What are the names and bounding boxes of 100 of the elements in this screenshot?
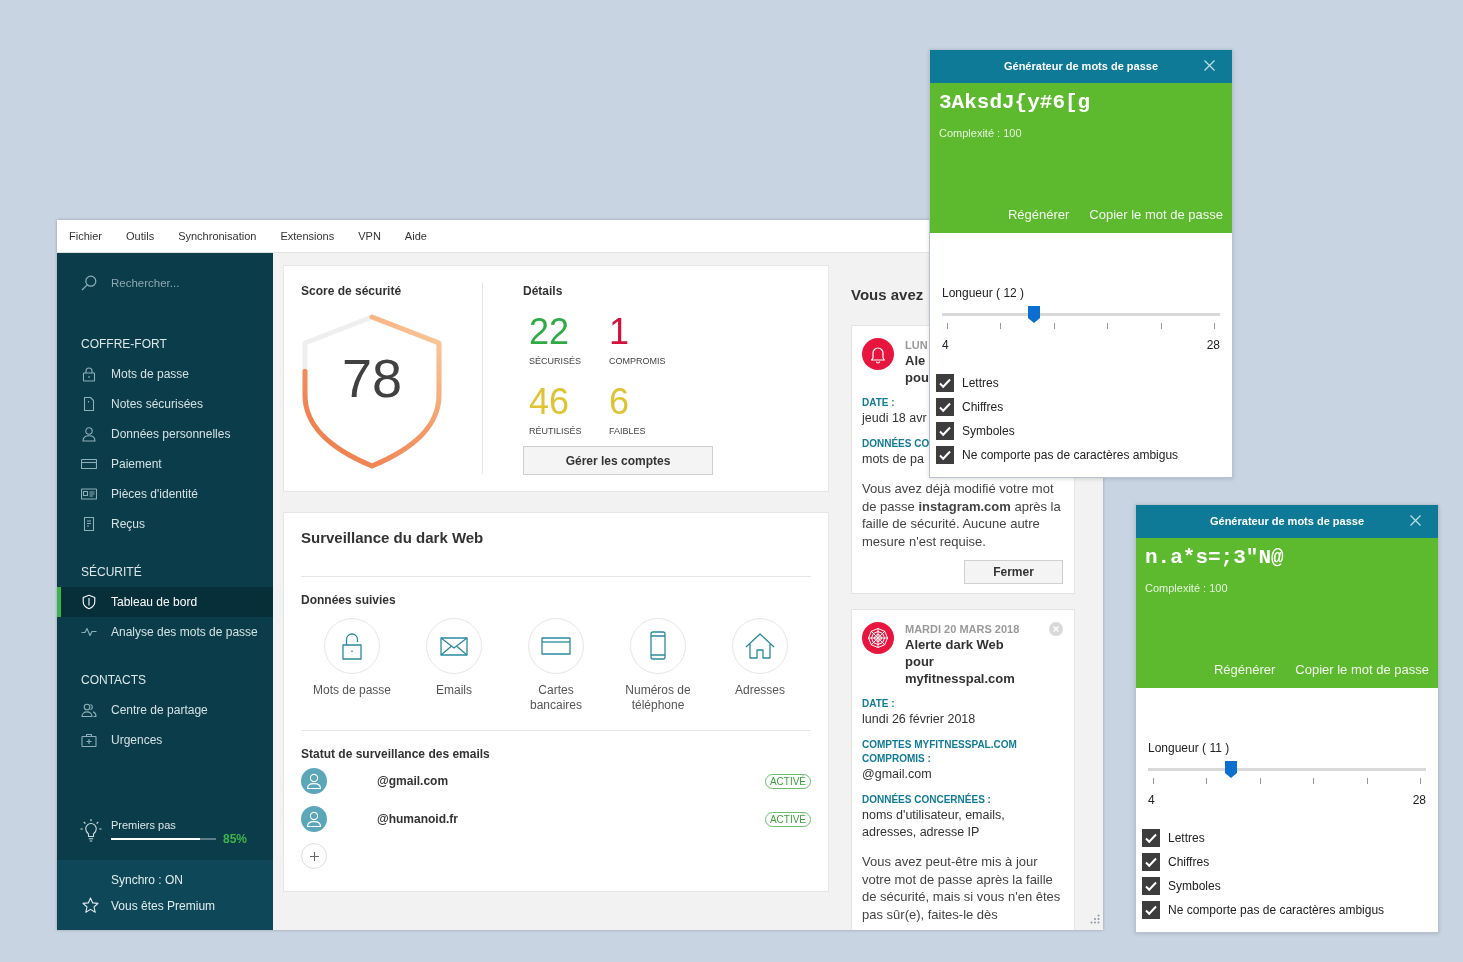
checkbox[interactable] xyxy=(936,398,954,416)
tracked-label: Cartes bancaires xyxy=(529,683,583,713)
tracked-label: Mots de passe xyxy=(312,683,391,698)
checkbox[interactable] xyxy=(1142,829,1160,847)
sidebar-item[interactable]: Paiement xyxy=(57,449,273,479)
avatar-icon xyxy=(301,806,327,832)
checkbox[interactable] xyxy=(936,422,954,440)
generated-password: n.a*s=;3"N@ xyxy=(1145,546,1284,570)
sidebar-item[interactable]: Données personnelles xyxy=(57,419,273,449)
card-title: Détails xyxy=(523,283,563,299)
close-icon[interactable] xyxy=(1204,60,1215,71)
generator-title: Générateur de mots de passe xyxy=(1209,514,1365,530)
shield-icon xyxy=(81,594,97,610)
tick-mark xyxy=(947,323,948,329)
sidebar-heading: SÉCURITÉ xyxy=(81,564,142,580)
sidebar-item[interactable]: Notes sécurisées xyxy=(57,389,273,419)
star-icon xyxy=(82,897,99,914)
slider-track[interactable] xyxy=(1148,761,1426,778)
range-min-label: 4 xyxy=(1148,793,1155,807)
spiderweb-icon xyxy=(862,622,894,654)
bell-icon xyxy=(862,338,894,370)
checkbox-label[interactable]: Symboles xyxy=(1168,878,1221,894)
menu-item[interactable]: Outils xyxy=(114,220,167,252)
sidebar-heading: COFFRE-FORT xyxy=(81,336,167,352)
section-title: Données suivies xyxy=(301,593,396,607)
close-icon[interactable] xyxy=(1410,515,1421,526)
menu-item[interactable]: Extensions xyxy=(268,220,347,252)
stat-label: FAIBLES xyxy=(609,425,646,437)
tick-mark xyxy=(1000,323,1002,329)
email-address: @humanoid.fr xyxy=(377,811,459,828)
checkbox[interactable] xyxy=(1142,877,1160,895)
checkbox-label[interactable]: Chiffres xyxy=(1168,854,1210,870)
sidebar-item[interactable]: Analyse des mots de passe xyxy=(57,617,273,647)
checkbox-label[interactable]: Symboles xyxy=(962,423,1015,439)
slider-track[interactable] xyxy=(942,306,1220,323)
range-max-label: 28 xyxy=(1206,338,1220,352)
checkbox-label[interactable]: Lettres xyxy=(962,375,999,391)
id-card-icon xyxy=(81,486,97,502)
note-icon xyxy=(81,396,97,412)
menu-item[interactable]: Fichier xyxy=(57,220,114,252)
sync-status: Synchro : ON xyxy=(111,872,184,888)
email-address: @gmail.com xyxy=(377,773,449,790)
sidebar-item[interactable]: Mots de passe xyxy=(57,359,273,389)
range-max-label: 28 xyxy=(1412,793,1426,807)
stat-label: RÉUTILISÉS xyxy=(529,425,582,437)
generated-password: 3AksdJ{y#6[g xyxy=(939,91,1091,115)
sidebar-item[interactable]: Pièces d'identité xyxy=(57,479,273,509)
add-button[interactable] xyxy=(301,843,327,869)
alert-date: LUN xyxy=(905,338,928,352)
field-label: DONNÉES CONCERNÉES : xyxy=(862,793,991,807)
padlock-icon xyxy=(324,618,380,674)
slider-thumb[interactable] xyxy=(1027,306,1040,323)
field-label: DATE : xyxy=(862,396,895,410)
generator-title: Générateur de mots de passe xyxy=(1003,59,1159,75)
avatar-icon xyxy=(301,768,327,794)
alert-date: MARDI 20 MARS 2018 xyxy=(905,622,1020,636)
tracked-label: Numéros de téléphone xyxy=(624,683,692,713)
stat-value: 22 xyxy=(529,313,570,351)
menu-item[interactable]: Aide xyxy=(392,220,439,252)
close-alert-button[interactable]: Fermer xyxy=(964,560,1063,584)
stat-value: 1 xyxy=(609,313,630,351)
stat-label: SÉCURISÉS xyxy=(529,355,581,367)
card-title: Surveillance du dark Web xyxy=(301,528,484,548)
premium-status: Vous êtes Premium xyxy=(111,897,216,914)
stat-label: COMPROMIS xyxy=(609,355,666,367)
section-title: Statut de surveillance des emails xyxy=(301,747,490,761)
tick-mark xyxy=(1107,323,1109,329)
card-icon xyxy=(528,618,584,674)
envelope-icon xyxy=(426,618,482,674)
checkbox-label[interactable]: Ne comporte pas de caractères ambigus xyxy=(962,447,1179,463)
search-field[interactable]: Rechercher... xyxy=(111,273,256,293)
sidebar-item[interactable]: Urgences xyxy=(57,725,273,755)
stat-value: 6 xyxy=(609,383,630,421)
progress-percent: 85% xyxy=(223,832,248,846)
checkbox-label[interactable]: Lettres xyxy=(1168,830,1205,846)
checkbox[interactable] xyxy=(1142,901,1160,919)
slider-thumb[interactable] xyxy=(1225,761,1238,778)
lightbulb-icon xyxy=(80,818,102,842)
checkbox-label[interactable]: Ne comporte pas de caractères ambigus xyxy=(1168,902,1385,918)
checkbox[interactable] xyxy=(936,446,954,464)
tick-mark xyxy=(1153,778,1154,784)
field-value: lundi 26 février 2018 xyxy=(862,711,976,728)
score-value: 78 xyxy=(341,347,403,408)
menu-item[interactable]: Synchronisation xyxy=(166,220,269,252)
checkbox[interactable] xyxy=(1142,853,1160,871)
checkbox[interactable] xyxy=(936,374,954,392)
sidebar-item[interactable]: Tableau de bord xyxy=(57,587,273,617)
tick-mark xyxy=(1053,323,1055,329)
phone-icon xyxy=(630,618,686,674)
resize-grip-icon xyxy=(1089,914,1100,924)
search-icon xyxy=(81,275,97,291)
tick-mark xyxy=(1213,323,1215,329)
sidebar-item[interactable]: Reçus xyxy=(57,509,273,539)
tick-mark xyxy=(1419,778,1421,784)
manage-accounts-button[interactable]: Gérer les comptes xyxy=(523,446,713,475)
complexity-label: Complexité : 100 xyxy=(939,126,1022,140)
menu-item[interactable]: VPN xyxy=(346,220,393,252)
checkbox-label[interactable]: Chiffres xyxy=(962,399,1004,415)
tick-mark xyxy=(1259,778,1261,784)
sidebar-item[interactable]: Centre de partage xyxy=(57,695,273,725)
